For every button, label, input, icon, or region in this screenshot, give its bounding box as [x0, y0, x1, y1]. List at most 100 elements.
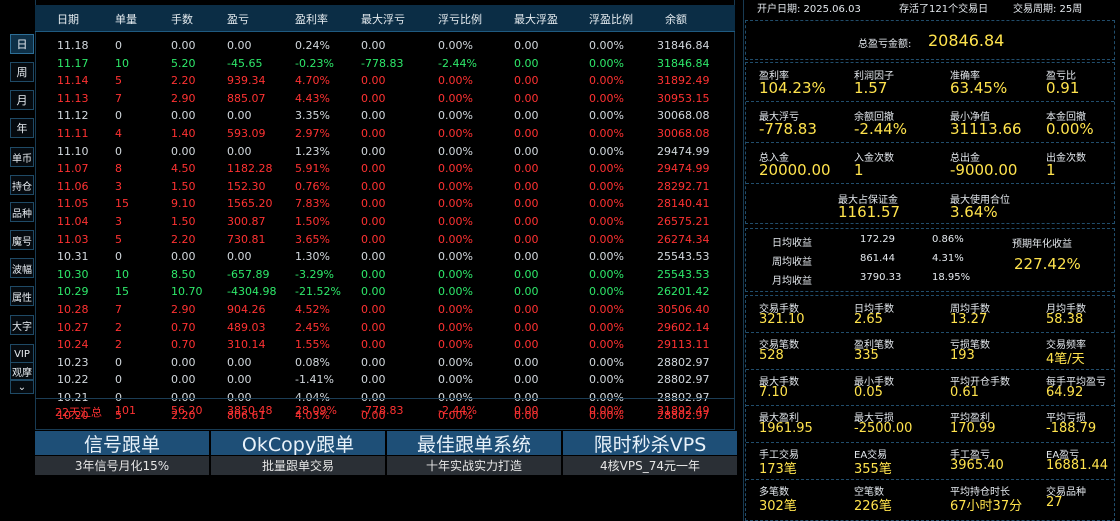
- cell-pnl: 0.00: [227, 373, 252, 387]
- cell-date: 11.04: [57, 215, 89, 228]
- column-header-fppct[interactable]: 浮盈比例: [589, 11, 633, 27]
- cell-fppct: 0.00%: [589, 56, 624, 70]
- sidebar-button-2[interactable]: 月: [10, 90, 34, 110]
- cell-fppct: 0.00%: [589, 91, 624, 105]
- table-row[interactable]: 11.06 3 1.50 152.30 0.76% 0.00 0.00% 0.00 0.00% 2…: [35, 178, 735, 196]
- ad-title[interactable]: 信号跟单: [35, 431, 209, 456]
- ad-subtitle[interactable]: 批量跟单交易: [211, 456, 385, 475]
- cell-pnl: 730.81: [227, 232, 266, 246]
- ad-banner-0[interactable]: 信号跟单 3年信号月化15%: [35, 431, 209, 476]
- cell-ddpct: 0.00%: [438, 39, 473, 52]
- cell-lots: 1.40: [171, 127, 196, 140]
- ad-title[interactable]: 限时秒杀VPS: [563, 431, 737, 456]
- column-header-rate[interactable]: 盈利率: [295, 11, 328, 27]
- sidebar-button-9[interactable]: 属性: [10, 286, 34, 306]
- table-row[interactable]: 11.05 15 9.10 1565.20 7.83% 0.00 0.00% 0.00 0.00…: [35, 195, 735, 213]
- cell-orders: 4: [115, 127, 122, 140]
- column-header-pnl[interactable]: 盈亏: [227, 11, 249, 27]
- column-header-maxdd[interactable]: 最大浮亏: [361, 11, 405, 27]
- cell-bal: 29113.11: [657, 338, 710, 352]
- table-row[interactable]: 11.17 10 5.20 -45.65 -0.23% -778.83 -2.44% 0.00…: [35, 55, 735, 73]
- sidebar-button-12[interactable]: 观摩: [10, 362, 34, 380]
- cell-pnl: 0.00: [227, 355, 252, 369]
- cell-fppct: 0.00%: [589, 179, 624, 193]
- table-row[interactable]: 11.11 4 1.40 593.09 2.97% 0.00 0.00% 0.00 0.00% 3…: [35, 125, 735, 143]
- column-header-lots[interactable]: 手数: [171, 11, 193, 27]
- stat-value: -2500.00: [854, 421, 913, 436]
- sidebar-button-7[interactable]: 魔号: [10, 230, 34, 250]
- sidebar-button-8[interactable]: 波幅: [10, 258, 34, 278]
- cell-maxfp: 0.00: [514, 250, 539, 264]
- stat-value: 170.99: [950, 421, 996, 436]
- cell-bal: 28140.41: [657, 197, 710, 211]
- table-row[interactable]: 11.18 0 0.00 0.00 0.24% 0.00 0.00% 0.00 0.00% 318…: [35, 37, 735, 55]
- avg-pct: 4.31%: [932, 253, 964, 264]
- ad-subtitle[interactable]: 4核VPS_74元一年: [563, 456, 737, 475]
- cell-maxdd: 0.00: [361, 39, 386, 52]
- table-row[interactable]: 11.13 7 2.90 885.07 4.43% 0.00 0.00% 0.00 0.00% 3…: [35, 90, 735, 108]
- cell-rate: -21.52%: [295, 285, 341, 299]
- ad-banners: 信号跟单 3年信号月化15% OkCopy跟单 批量跟单交易 最佳跟单系统 十年实战实力打…: [35, 431, 737, 476]
- ad-subtitle[interactable]: 3年信号月化15%: [35, 456, 209, 475]
- cell-maxfp: 0.00: [514, 179, 539, 193]
- ad-title[interactable]: OkCopy跟单: [211, 431, 385, 456]
- ad-title[interactable]: 最佳跟单系统: [387, 431, 561, 456]
- ad-banner-2[interactable]: 最佳跟单系统 十年实战实力打造: [387, 431, 561, 476]
- column-header-maxfp[interactable]: 最大浮盈: [514, 11, 558, 27]
- sidebar-button-0[interactable]: 日: [10, 34, 34, 54]
- stat-value: 31113.66: [950, 120, 1022, 138]
- table-row[interactable]: 10.24 2 0.70 310.14 1.55% 0.00 0.00% 0.00 0.00% 2…: [35, 336, 735, 354]
- table-row[interactable]: 10.29 15 10.70 -4304.98 -21.52% 0.00 0.00% 0.00…: [35, 283, 735, 301]
- column-header-ddpct[interactable]: 浮亏比例: [438, 11, 482, 27]
- cell-orders: 0: [115, 39, 122, 52]
- table-row[interactable]: 11.03 5 2.20 730.81 3.65% 0.00 0.00% 0.00 0.00% 2…: [35, 231, 735, 249]
- cell-maxfp: 0.00: [514, 144, 539, 158]
- cell-bal: 31846.84: [657, 39, 710, 52]
- ad-subtitle[interactable]: 十年实战实力打造: [387, 456, 561, 475]
- cell-ddpct: 0.00%: [438, 373, 473, 387]
- ad-banner-1[interactable]: OkCopy跟单 批量跟单交易: [211, 431, 385, 476]
- column-header-orders[interactable]: 单量: [115, 11, 137, 27]
- table-row[interactable]: 11.14 5 2.20 939.34 4.70% 0.00 0.00% 0.00 0.00% 3…: [35, 72, 735, 90]
- table-row[interactable]: 11.07 8 4.50 1182.28 5.91% 0.00 0.00% 0.00 0.00%…: [35, 160, 735, 178]
- ad-banner-3[interactable]: 限时秒杀VPS 4核VPS_74元一年: [563, 431, 737, 476]
- cell-bal: 30068.08: [657, 127, 710, 140]
- column-header-date[interactable]: 日期: [57, 11, 79, 27]
- table-row[interactable]: 10.30 10 8.50 -657.89 -3.29% 0.00 0.00% 0.00 0.0…: [35, 266, 735, 284]
- cell-pnl: -4304.98: [227, 285, 277, 299]
- table-row[interactable]: 11.12 0 0.00 0.00 3.35% 0.00 0.00% 0.00 0.00% 300…: [35, 107, 735, 125]
- table-row[interactable]: 10.31 0 0.00 0.00 1.30% 0.00 0.00% 0.00 0.00% 255…: [35, 248, 735, 266]
- sidebar-button-1[interactable]: 周: [10, 62, 34, 82]
- table-row[interactable]: 11.10 0 0.00 0.00 1.23% 0.00 0.00% 0.00 0.00% 294…: [35, 143, 735, 161]
- table-row[interactable]: 10.27 2 0.70 489.03 2.45% 0.00 0.00% 0.00 0.00% 2…: [35, 319, 735, 337]
- table-row[interactable]: 11.04 3 1.50 300.87 1.50% 0.00 0.00% 0.00 0.00% 2…: [35, 213, 735, 231]
- cell-maxdd: 0.00: [361, 215, 386, 228]
- table-row[interactable]: 10.22 0 0.00 0.00 -1.41% 0.00 0.00% 0.00 0.00% 28…: [35, 371, 735, 389]
- sidebar-button-5[interactable]: 持仓: [10, 175, 34, 195]
- sidebar-button-11[interactable]: VIP: [10, 344, 34, 364]
- margin-value: 3.64%: [950, 203, 998, 221]
- stat-value: 528: [759, 348, 784, 363]
- cell-pnl: 1182.28: [227, 162, 273, 176]
- cell-rate: 4.70%: [295, 74, 330, 88]
- cell-fppct: 0.00%: [589, 232, 624, 246]
- sidebar-button-6[interactable]: 品种: [10, 202, 34, 222]
- cell-rate: 0.08%: [295, 355, 330, 369]
- sidebar-button-4[interactable]: 单币: [10, 147, 34, 167]
- column-header-bal[interactable]: 余额: [665, 11, 687, 27]
- cell-ddpct: 0.00%: [438, 162, 473, 176]
- cell-rate: 7.83%: [295, 197, 330, 211]
- stat-value: 58.38: [1046, 312, 1084, 327]
- table-row[interactable]: 10.28 7 2.90 904.26 4.52% 0.00 0.00% 0.00 0.00% 3…: [35, 301, 735, 319]
- table-row[interactable]: 10.23 0 0.00 0.00 0.08% 0.00 0.00% 0.00 0.00% 288…: [35, 354, 735, 372]
- sidebar-button-10[interactable]: 大字: [10, 315, 34, 335]
- cell-pnl: 1565.20: [227, 197, 273, 211]
- sidebar-button-3[interactable]: 年: [10, 118, 34, 138]
- stat-value: 193: [950, 348, 975, 363]
- cell-bal: 26274.34: [657, 232, 710, 246]
- collapse-button[interactable]: ⌄: [10, 380, 34, 394]
- cell-bal: 30506.40: [657, 303, 710, 316]
- cell-orders: 3: [115, 179, 122, 193]
- cell-lots: 0.00: [171, 39, 196, 52]
- cell-orders: 3: [115, 215, 122, 228]
